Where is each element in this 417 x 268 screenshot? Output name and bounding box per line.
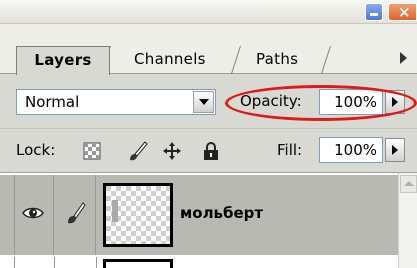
layers-list: мольберт bbox=[0, 173, 398, 268]
layer-row[interactable]: мольберт bbox=[0, 175, 398, 255]
layer-thumbnail-partial bbox=[103, 259, 173, 268]
close-button[interactable]: × bbox=[388, 3, 417, 21]
tab-channels[interactable]: Channels bbox=[118, 46, 244, 74]
blend-options-row: Normal Opacity: 100% bbox=[0, 74, 417, 128]
brush-icon bbox=[68, 202, 86, 224]
visibility-toggle[interactable] bbox=[14, 175, 54, 255]
highlight-ellipse bbox=[225, 85, 417, 121]
palette-title-bar: × bbox=[0, 0, 417, 24]
fill-label: Fill: bbox=[277, 141, 303, 159]
layer-row-partial[interactable] bbox=[0, 257, 398, 268]
layer-name[interactable]: мольберт bbox=[180, 204, 263, 222]
lock-position-move-icon[interactable] bbox=[162, 141, 182, 161]
tab-bar: Layers Channels Paths bbox=[0, 24, 417, 79]
layer-thumbnail bbox=[103, 183, 173, 247]
tab-paths[interactable]: Paths bbox=[248, 46, 328, 74]
close-icon: × bbox=[398, 3, 411, 21]
blend-mode-value: Normal bbox=[25, 93, 80, 111]
tab-layers[interactable]: Layers bbox=[16, 46, 110, 75]
chevron-down-icon[interactable] bbox=[193, 91, 214, 113]
layers-panel: × Layers Channels Paths Normal Opacity: … bbox=[0, 0, 417, 268]
fill-slider-button[interactable] bbox=[385, 138, 405, 162]
lock-label: Lock: bbox=[16, 141, 56, 159]
eye-icon bbox=[22, 207, 44, 219]
lock-all-padlock-icon[interactable] bbox=[202, 141, 220, 161]
column-divider bbox=[54, 257, 55, 268]
layer-link-cell[interactable] bbox=[54, 175, 96, 255]
minimize-button[interactable] bbox=[365, 3, 383, 21]
layers-scrollbar[interactable] bbox=[398, 173, 417, 268]
column-divider bbox=[14, 257, 15, 268]
thumbnail-content bbox=[112, 200, 118, 222]
lock-row: Lock: Fill: 100% bbox=[0, 128, 417, 173]
fill-input[interactable]: 100% bbox=[319, 137, 383, 163]
palette-menu-arrow-icon[interactable] bbox=[400, 52, 407, 64]
scroll-up-arrow-icon[interactable] bbox=[400, 175, 417, 193]
lock-image-pixels-brush-icon[interactable] bbox=[126, 140, 148, 162]
lock-transparent-pixels-icon[interactable] bbox=[83, 142, 101, 160]
blend-mode-select[interactable]: Normal bbox=[16, 89, 216, 115]
column-divider bbox=[96, 257, 97, 268]
